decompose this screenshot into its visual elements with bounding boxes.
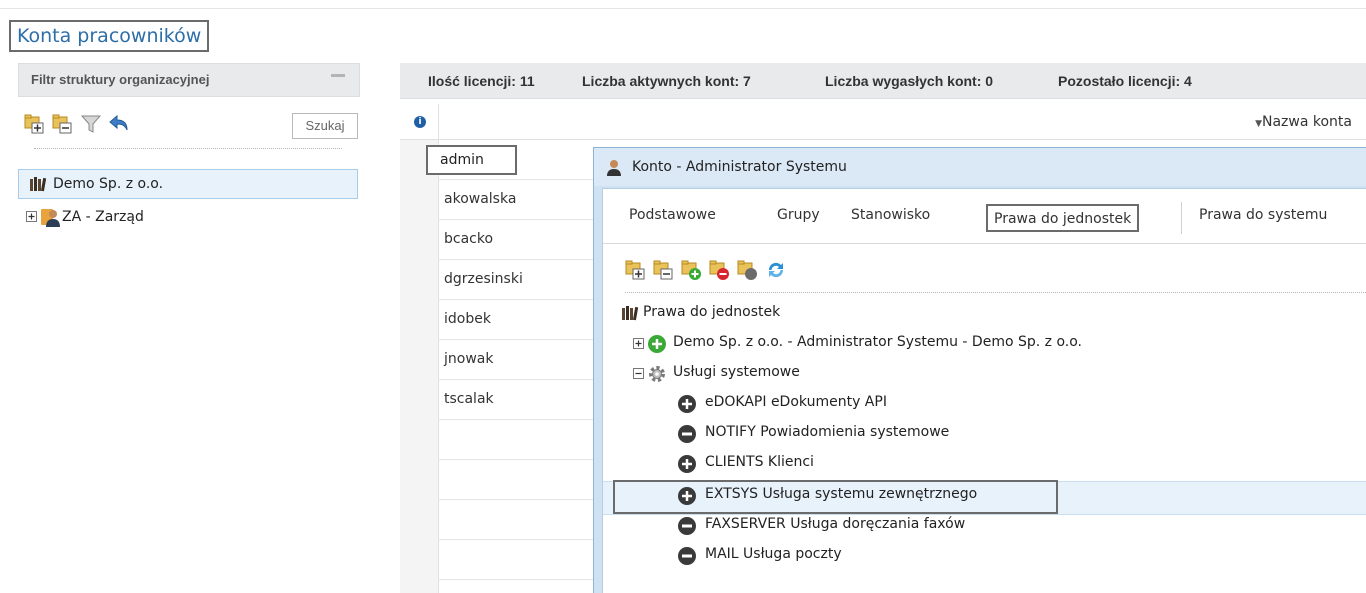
expand-toggle-icon[interactable] — [26, 211, 37, 222]
table-row[interactable]: tscalak — [438, 380, 598, 420]
tree-node-label: Prawa do jednostek — [643, 304, 781, 320]
user-icon — [607, 160, 621, 176]
dialog-titlebar[interactable]: Konto - Administrator Systemu — [594, 148, 1366, 186]
top-divider — [0, 8, 1366, 9]
account-name-cell: akowalska — [444, 191, 517, 207]
neutral-gray-icon[interactable] — [737, 259, 759, 281]
tree-node-label: Demo Sp. z o.o. — [53, 176, 164, 192]
minimize-icon[interactable] — [331, 74, 345, 77]
tree-node-label: FAXSERVER Usługa doręczania faxów — [705, 516, 966, 532]
tree-node-label: ZA - Zarząd — [62, 209, 144, 225]
dialog-tabs: Podstawowe Grupy Stanowisko Prawa do jed… — [603, 189, 1366, 244]
gear-icon — [649, 366, 665, 382]
expand-all-icon[interactable] — [24, 113, 46, 135]
org-filter-title: Filtr struktury organizacyjnej — [31, 72, 210, 87]
table-row[interactable]: idobek — [438, 300, 598, 340]
tree-node-label: CLIENTS Klienci — [705, 454, 814, 470]
expand-toggle-icon[interactable] — [633, 338, 644, 349]
tree-node-label: NOTIFY Powiadomienia systemowe — [705, 424, 950, 440]
table-row[interactable]: bcacko — [438, 220, 598, 260]
grid-column-header: i ▼Nazwa konta — [400, 104, 1366, 140]
sort-column-label: Nazwa konta — [1262, 114, 1352, 130]
manager-icon — [41, 209, 60, 227]
toolbar-divider — [625, 292, 1366, 293]
table-row-empty — [438, 460, 598, 500]
minus-dark-icon[interactable] — [677, 424, 697, 444]
tab-stanowisko[interactable]: Stanowisko — [851, 207, 930, 223]
tab-separator — [1181, 202, 1182, 234]
account-name-cell[interactable]: admin — [426, 145, 517, 175]
expand-all-icon[interactable] — [625, 259, 647, 281]
tab-prawa-do-jednostek[interactable]: Prawa do jednostek — [986, 204, 1140, 232]
tree-node-label: EXTSYS Usługa systemu zewnętrznego — [705, 486, 978, 502]
tree-node-label: Demo Sp. z o.o. - Administrator Systemu … — [673, 334, 1082, 350]
refresh-icon[interactable] — [765, 259, 787, 281]
table-row-empty — [438, 540, 598, 580]
accounts-grid: admin akowalska bcacko dgrzesinski idobe… — [400, 140, 600, 593]
dialog-body: Podstawowe Grupy Stanowisko Prawa do jed… — [602, 188, 1366, 593]
remaining-licenses-count: Pozostało licencji: 4 — [1058, 73, 1192, 89]
account-name-cell: bcacko — [444, 231, 494, 247]
table-row[interactable]: jnowak — [438, 340, 598, 380]
tree-node-label: Usługi systemowe — [673, 364, 800, 380]
account-name-cell: idobek — [444, 311, 491, 327]
sort-desc-icon: ▼ — [1255, 119, 1262, 129]
collapse-toggle-icon[interactable] — [633, 368, 644, 379]
account-name-cell: tscalak — [444, 391, 494, 407]
column-separator — [438, 104, 439, 140]
license-stats-bar: Ilość licencji: 11 Liczba aktywnych kont… — [400, 63, 1366, 99]
account-name-cell: dgrzesinski — [444, 271, 523, 287]
tree-node-zarzad[interactable]: ZA - Zarząd — [26, 206, 326, 230]
collapse-all-icon[interactable] — [653, 259, 675, 281]
table-row[interactable]: dgrzesinski — [438, 260, 598, 300]
collapse-all-icon[interactable] — [52, 113, 74, 135]
account-dialog: Konto - Administrator Systemu Podstawowe… — [593, 147, 1366, 593]
account-name-cell: jnowak — [444, 351, 494, 367]
page-title: Konta pracowników — [9, 20, 210, 52]
table-row[interactable]: admin — [426, 140, 598, 180]
filter-icon[interactable] — [80, 113, 102, 135]
grid-indicator-column — [400, 140, 439, 593]
plus-green-icon — [648, 335, 666, 353]
info-icon[interactable]: i — [414, 116, 426, 128]
books-icon — [622, 306, 639, 321]
add-green-icon[interactable] — [681, 259, 703, 281]
toolbar-divider — [34, 148, 342, 149]
sort-column-account-name[interactable]: ▼Nazwa konta — [1255, 114, 1352, 130]
active-accounts-count: Liczba aktywnych kont: 7 — [582, 73, 751, 89]
plus-dark-icon[interactable] — [677, 486, 697, 506]
tree-node-root[interactable]: Demo Sp. z o.o. — [18, 169, 358, 199]
table-row[interactable]: akowalska — [438, 180, 598, 220]
tab-podstawowe[interactable]: Podstawowe — [629, 207, 716, 223]
minus-dark-icon[interactable] — [677, 546, 697, 566]
tab-grupy[interactable]: Grupy — [777, 207, 820, 223]
dialog-title: Konto - Administrator Systemu — [632, 159, 847, 175]
search-button[interactable]: Szukaj — [292, 113, 358, 139]
license-count: Ilość licencji: 11 — [428, 73, 535, 89]
table-row-empty — [438, 420, 598, 460]
expired-accounts-count: Liczba wygasłych kont: 0 — [825, 73, 994, 89]
org-filter-toolbar: Szukaj — [24, 113, 360, 139]
minus-dark-icon[interactable] — [677, 516, 697, 536]
org-filter-header: Filtr struktury organizacyjnej — [18, 63, 360, 97]
books-icon — [30, 177, 47, 192]
tab-prawa-do-systemu[interactable]: Prawa do systemu — [1199, 207, 1327, 223]
table-row-empty — [438, 500, 598, 540]
plus-dark-icon[interactable] — [677, 394, 697, 414]
undo-icon[interactable] — [108, 113, 130, 135]
tree-node-label: MAIL Usługa poczty — [705, 546, 842, 562]
rights-toolbar — [625, 259, 925, 283]
remove-red-icon[interactable] — [709, 259, 731, 281]
plus-dark-icon[interactable] — [677, 454, 697, 474]
tree-node-label: eDOKAPI eDokumenty API — [705, 394, 887, 410]
